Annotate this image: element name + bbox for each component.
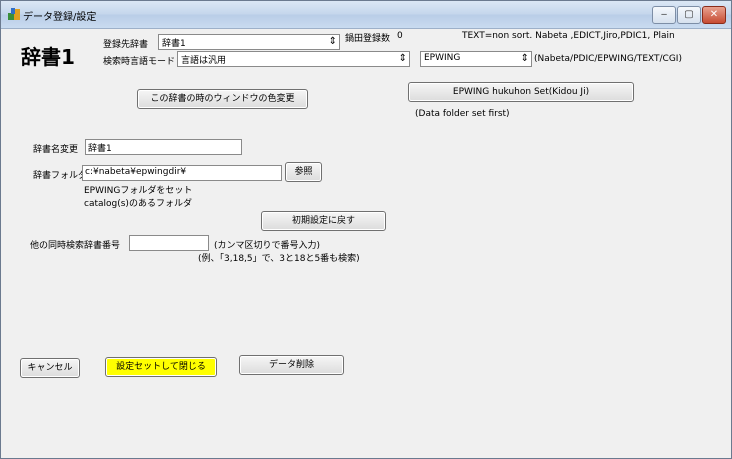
simul-search-input[interactable] — [129, 235, 209, 251]
search-mode-label: 検索時言語モード — [103, 57, 176, 67]
epwing-folder-note2: catalog(s)のあるフォルダ — [84, 199, 192, 209]
dict-type-hint: (Nabeta/PDIC/EPWING/TEXT/CGI) — [534, 54, 682, 64]
dict-type-select[interactable]: EPWING ⇕ — [420, 51, 532, 67]
reset-button[interactable]: 初期設定に戻す — [261, 211, 386, 231]
cancel-button[interactable]: キャンセル — [20, 358, 80, 378]
chevron-updown-icon: ⇕ — [328, 36, 337, 47]
epwing-folder-note1: EPWINGフォルダをセット — [84, 186, 193, 196]
minimize-button[interactable]: ‒ — [652, 6, 676, 24]
rename-value: 辞書1 — [88, 144, 112, 154]
data-folder-note: (Data folder set first) — [415, 109, 510, 119]
comma-hint: (カンマ区切りで番号入力) — [214, 241, 321, 251]
title-bar[interactable]: データ登録/設定 ‒ ▢ ✕ — [1, 1, 731, 29]
chevron-updown-icon: ⇕ — [520, 53, 529, 64]
folder-value: c:¥nabeta¥epwingdir¥ — [85, 167, 187, 177]
close-button[interactable]: ✕ — [702, 6, 726, 24]
dictionary-name-heading: 辞書1 — [21, 45, 75, 69]
target-dict-value: 辞書1 — [162, 39, 186, 49]
chevron-updown-icon: ⇕ — [398, 53, 407, 64]
delete-button[interactable]: データ削除 — [239, 355, 344, 375]
target-dict-label: 登録先辞書 — [103, 40, 149, 50]
count-label: 鍋田登録数 — [345, 34, 391, 44]
window: データ登録/設定 ‒ ▢ ✕ 辞書1 登録先辞書 辞書1 ⇕ 鍋田登録数 0 T… — [0, 0, 732, 459]
maximize-button[interactable]: ▢ — [677, 6, 701, 24]
window-title: データ登録/設定 — [23, 12, 97, 23]
folder-label: 辞書フォルダ — [33, 171, 88, 181]
count-value: 0 — [397, 31, 403, 41]
save-close-button[interactable]: 設定セットして閉じる — [105, 357, 217, 377]
example-hint: (例、「3,18,5」で、3と18と5番も検索) — [198, 254, 360, 264]
search-mode-select[interactable]: 言語は汎用 ⇕ — [177, 51, 410, 67]
client-area: 辞書1 登録先辞書 辞書1 ⇕ 鍋田登録数 0 TEXT=non sort. N… — [5, 29, 727, 453]
dict-type-value: EPWING — [424, 53, 461, 63]
epwing-set-button[interactable]: EPWING hukuhon Set(Kidou Ji) — [408, 82, 634, 102]
rename-label: 辞書名変更 — [33, 145, 79, 155]
color-change-button[interactable]: この辞書の時のウィンドウの色変更 — [137, 89, 308, 109]
search-mode-value: 言語は汎用 — [181, 56, 227, 66]
folder-input[interactable]: c:¥nabeta¥epwingdir¥ — [82, 165, 282, 181]
simul-search-label: 他の同時検索辞書番号 — [30, 241, 121, 251]
rename-input[interactable]: 辞書1 — [85, 139, 242, 155]
browse-button[interactable]: 参照 — [285, 162, 322, 182]
app-icon — [8, 8, 20, 20]
text-format-hint: TEXT=non sort. Nabeta ,EDICT,Jiro,PDIC1,… — [462, 31, 675, 41]
target-dict-select[interactable]: 辞書1 ⇕ — [158, 34, 340, 50]
